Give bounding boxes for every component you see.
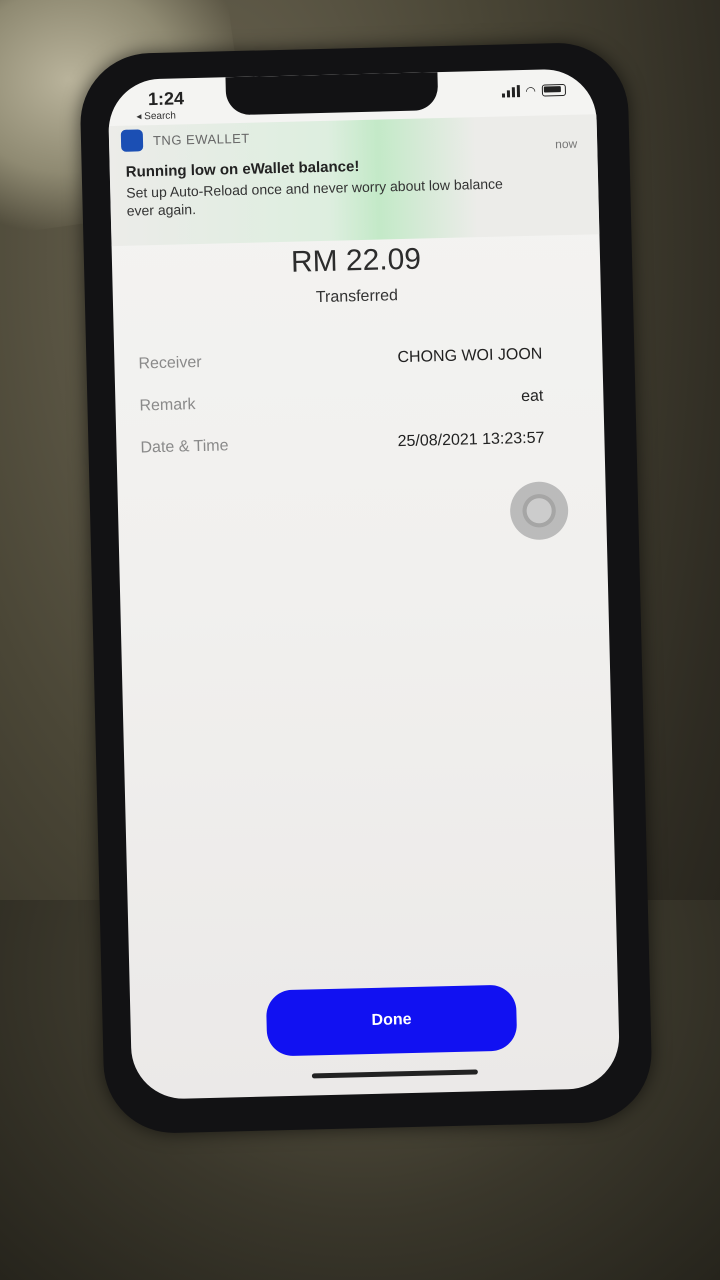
detail-value: CHONG WOI JOON (397, 345, 543, 367)
notification-banner[interactable]: TNG EWALLET now Running low on eWallet b… (108, 114, 600, 247)
home-indicator[interactable] (311, 1069, 478, 1079)
detail-row-remark: Remark eat (139, 388, 543, 416)
signal-icon (501, 85, 520, 98)
status-icons: ◠ (501, 83, 567, 99)
wifi-icon: ◠ (525, 83, 537, 98)
detail-label: Remark (139, 396, 196, 415)
notification-app-name: TNG EWALLET (152, 130, 250, 149)
phone: 1:24 ◂ Search ◠ TNG EWALLET now Running … (78, 41, 654, 1135)
back-to-search[interactable]: ◂ Search (136, 111, 176, 123)
transfer-status: Transferred (315, 287, 399, 307)
status-time: 1:24 (147, 88, 185, 110)
assistive-touch-button[interactable] (509, 481, 569, 541)
transfer-amount: RM 22.09 (290, 242, 422, 279)
notification-time: now (555, 136, 578, 152)
done-button[interactable]: Done (265, 984, 518, 1057)
detail-label: Receiver (138, 353, 202, 373)
battery-icon (541, 83, 567, 97)
detail-value: eat (520, 387, 544, 406)
detail-row-datetime: Date & Time 25/08/2021 13:23:57 (140, 430, 544, 458)
detail-value: 25/08/2021 13:23:57 (397, 429, 545, 451)
notch (225, 72, 439, 116)
notification-body: Set up Auto-Reload once and never worry … (126, 175, 504, 219)
app-icon (120, 129, 144, 152)
notification-title: Running low on eWallet balance! (125, 158, 360, 181)
detail-row-receiver: Receiver CHONG WOI JOON (138, 346, 542, 374)
detail-label: Date & Time (140, 437, 229, 457)
phone-screen: 1:24 ◂ Search ◠ TNG EWALLET now Running … (107, 68, 621, 1100)
